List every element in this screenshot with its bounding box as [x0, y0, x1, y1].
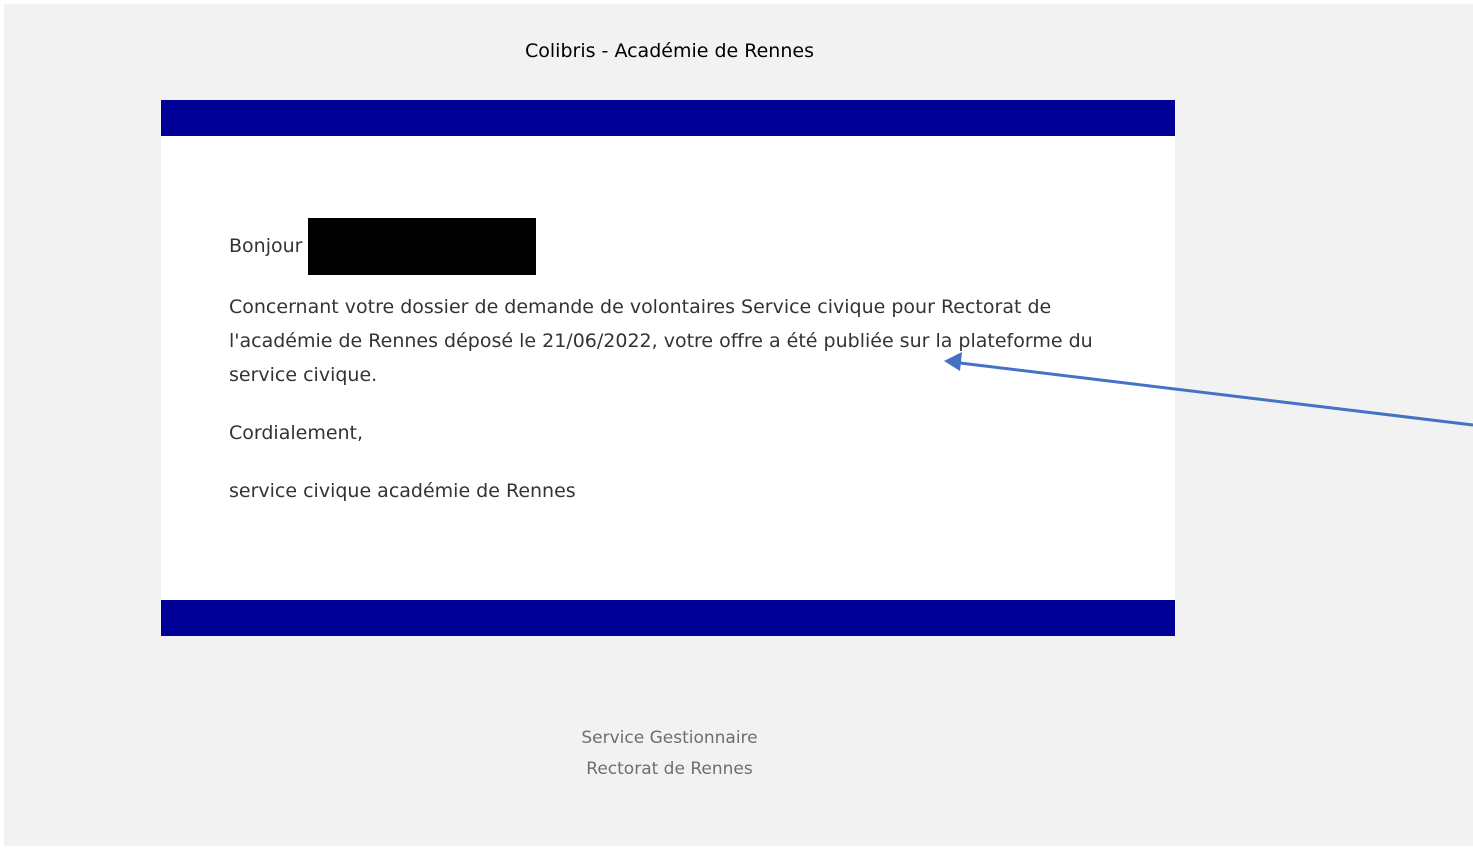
email-card: Bonjour Concernant votre dossier de dema…: [161, 100, 1175, 636]
email-title: Colibris - Académie de Rennes: [525, 40, 814, 62]
email-page: Colibris - Académie de Rennes Bonjour Co…: [4, 4, 1473, 846]
email-body: Bonjour Concernant votre dossier de dema…: [229, 217, 1109, 508]
signature-text: service civique académie de Rennes: [229, 480, 576, 502]
greeting: Bonjour: [229, 235, 303, 257]
footer-service-line: Service Gestionnaire: [581, 728, 758, 748]
message-text: Concernant votre dossier de demande de v…: [229, 296, 1093, 386]
footer-band: [161, 600, 1175, 636]
footer-rectorat-line: Rectorat de Rennes: [586, 759, 753, 779]
closing-text: Cordialement,: [229, 422, 364, 444]
header-band: [161, 100, 1175, 136]
greeting-line: Bonjour: [229, 217, 1109, 275]
email-footer: Service Gestionnaire Rectorat de Rennes: [4, 723, 1335, 785]
redacted-name: [308, 217, 537, 275]
